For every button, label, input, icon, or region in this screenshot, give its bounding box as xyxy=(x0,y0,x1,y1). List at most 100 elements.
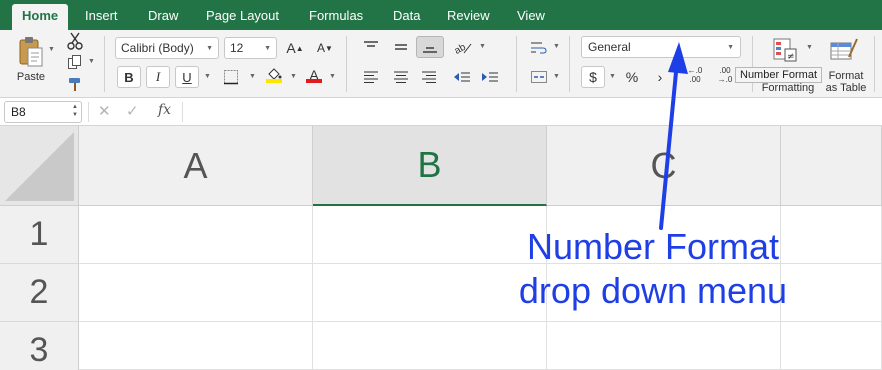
chevron-down-icon: ▼ xyxy=(264,44,271,52)
format-as-table-icon[interactable] xyxy=(822,34,866,66)
copy-icon[interactable] xyxy=(64,51,86,73)
paste-options-caret[interactable]: ▼ xyxy=(48,46,55,53)
wrap-text-icon[interactable] xyxy=(527,36,551,58)
name-box[interactable]: B8 xyxy=(4,101,82,123)
cell-a1[interactable] xyxy=(79,206,313,264)
number-format-dropdown[interactable]: General ▼ xyxy=(581,36,741,58)
cell-a3[interactable] xyxy=(79,322,313,370)
shrink-font-glyph: A xyxy=(317,41,326,55)
increase-decimal-top: ←.0 xyxy=(687,66,703,75)
tab-draw[interactable]: Draw xyxy=(138,4,188,30)
font-size-value: 12 xyxy=(230,41,244,55)
align-bottom-icon[interactable] xyxy=(416,36,444,58)
name-box-stepper[interactable]: ▲ ▼ xyxy=(72,103,78,119)
italic-button[interactable]: I xyxy=(146,66,170,88)
cell-b3[interactable] xyxy=(313,322,547,370)
format-as-table-line2: as Table xyxy=(825,82,867,94)
comma-style-button[interactable]: › xyxy=(648,66,672,88)
borders-icon[interactable] xyxy=(219,66,243,88)
column-header-c[interactable]: C xyxy=(547,126,781,206)
align-right-icon[interactable] xyxy=(416,66,442,88)
tab-page-layout[interactable]: Page Layout xyxy=(196,4,289,30)
insert-function-icon[interactable]: fx xyxy=(158,102,171,118)
tab-insert[interactable]: Insert xyxy=(75,4,128,30)
decrease-indent-icon[interactable] xyxy=(450,66,474,88)
separator xyxy=(88,102,89,122)
font-size-select[interactable]: 12 ▼ xyxy=(224,37,277,59)
font-color-button[interactable]: A xyxy=(302,64,326,86)
row-header-2[interactable]: 2 xyxy=(0,264,79,322)
decrease-font-size-button[interactable]: A ▼ xyxy=(313,37,337,59)
row-header-1[interactable]: 1 xyxy=(0,206,79,264)
column-header-a[interactable]: A xyxy=(79,126,313,206)
cell-d3[interactable] xyxy=(781,322,882,370)
percent-button[interactable]: % xyxy=(620,66,644,88)
borders-options-caret[interactable]: ▼ xyxy=(249,73,256,80)
svg-text:≠: ≠ xyxy=(787,52,795,62)
ribbon-tab-bar: Home Insert Draw Page Layout Formulas Da… xyxy=(0,0,882,30)
tab-data[interactable]: Data xyxy=(383,4,430,30)
paste-label: Paste xyxy=(16,71,46,83)
currency-caret[interactable]: ▼ xyxy=(609,73,616,80)
row-header-3[interactable]: 3 xyxy=(0,322,79,370)
underline-options-caret[interactable]: ▼ xyxy=(204,73,211,80)
ribbon-home: ▼ Paste ▼ Calibri (Body) ▼ 12 ▼ A ▲ A ▼ B … xyxy=(0,30,882,98)
annotation-line1: Number Format xyxy=(526,226,780,267)
align-left-icon[interactable] xyxy=(358,66,384,88)
currency-button[interactable]: $ xyxy=(581,66,605,88)
fill-color-swatch xyxy=(266,79,282,83)
fill-color-caret[interactable]: ▼ xyxy=(290,73,297,80)
format-as-table-label: Format as Table xyxy=(822,70,870,94)
fill-color-button[interactable] xyxy=(262,64,286,86)
separator xyxy=(569,36,570,92)
format-painter-icon[interactable] xyxy=(64,73,86,95)
wrap-text-caret[interactable]: ▼ xyxy=(553,43,560,50)
decrease-decimal-top: .00 xyxy=(719,66,731,75)
copy-options-caret[interactable]: ▼ xyxy=(88,58,95,65)
conditional-formatting-caret[interactable]: ▼ xyxy=(806,44,813,51)
font-color-swatch xyxy=(306,79,322,83)
cancel-icon[interactable]: ✕ xyxy=(98,102,111,120)
increase-indent-icon[interactable] xyxy=(478,66,502,88)
decrease-decimal-bottom: →.0 xyxy=(717,75,733,84)
align-middle-icon[interactable] xyxy=(388,36,414,58)
orientation-caret[interactable]: ▼ xyxy=(479,43,486,50)
separator xyxy=(346,36,347,92)
caret-down-icon: ▼ xyxy=(325,43,333,53)
enter-icon[interactable]: ✓ xyxy=(126,102,139,120)
annotation-line2: drop down menu xyxy=(518,270,788,311)
font-family-value: Calibri (Body) xyxy=(121,41,194,55)
font-color-caret[interactable]: ▼ xyxy=(329,73,336,80)
number-format-tooltip: Number Format xyxy=(735,67,823,83)
orientation-icon[interactable]: ab xyxy=(450,36,476,58)
align-top-icon[interactable] xyxy=(358,36,384,58)
merge-center-caret[interactable]: ▼ xyxy=(553,73,560,80)
tab-review[interactable]: Review xyxy=(437,4,500,30)
increase-decimal-button[interactable]: ←.0 .00 xyxy=(680,64,710,86)
tab-formulas[interactable]: Formulas xyxy=(299,4,373,30)
number-format-value: General xyxy=(588,40,631,54)
column-header-b[interactable]: B xyxy=(313,126,547,206)
cut-icon[interactable] xyxy=(64,30,86,52)
tab-view[interactable]: View xyxy=(507,4,555,30)
separator xyxy=(104,36,105,92)
align-center-icon[interactable] xyxy=(388,66,414,88)
tab-home[interactable]: Home xyxy=(12,4,69,30)
formula-input[interactable] xyxy=(186,100,878,124)
cell-a2[interactable] xyxy=(79,264,313,322)
conditional-formatting-icon[interactable]: ≠ xyxy=(765,34,805,66)
separator xyxy=(516,36,517,92)
cell-c3[interactable] xyxy=(547,322,781,370)
column-header-d[interactable] xyxy=(781,126,882,206)
merge-center-icon[interactable] xyxy=(527,66,551,88)
increase-decimal-bottom: .00 xyxy=(689,75,701,84)
conditional-formatting-label: Formatting xyxy=(761,82,815,94)
underline-button[interactable]: U xyxy=(175,66,199,88)
font-family-select[interactable]: Calibri (Body) ▼ xyxy=(115,37,219,59)
increase-font-size-button[interactable]: A ▲ xyxy=(283,37,307,59)
bold-button[interactable]: B xyxy=(117,66,141,88)
annotation-text: Number Format drop down menu xyxy=(500,225,806,313)
clipboard-icon xyxy=(19,37,43,67)
separator xyxy=(874,36,875,92)
select-all-corner[interactable] xyxy=(0,126,79,206)
